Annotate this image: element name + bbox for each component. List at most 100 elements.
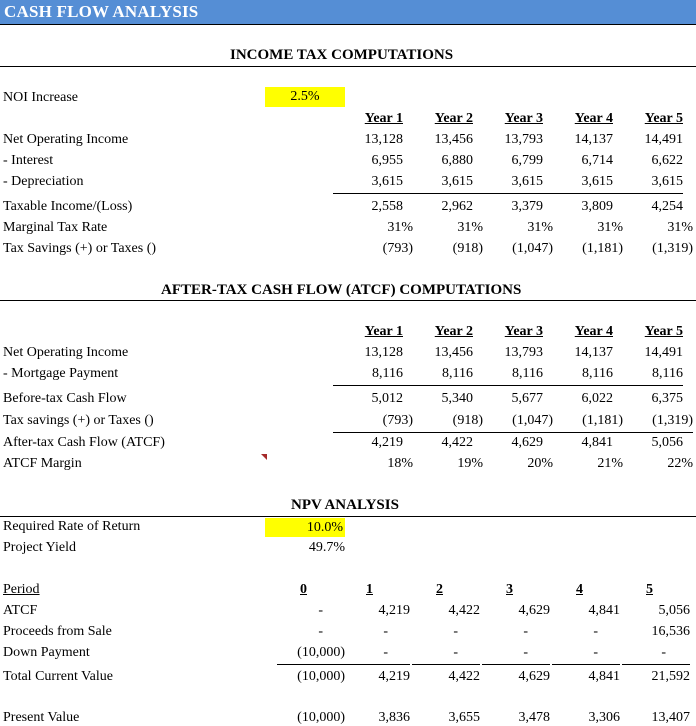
table-cell: 13,793: [504, 132, 544, 147]
year-header: Year 1: [364, 111, 403, 126]
table-cell: 31%: [667, 220, 693, 235]
row-label: Taxable Income/(Loss): [3, 199, 133, 214]
project-yield-value: 49.7%: [308, 540, 345, 555]
table-cell: 3,379: [511, 199, 544, 214]
table-cell: 2,962: [441, 199, 474, 214]
table-cell: 31%: [527, 220, 553, 235]
comment-indicator-icon[interactable]: [261, 454, 267, 460]
table-cell: 6,022: [581, 391, 614, 406]
table-cell: (10,000): [297, 669, 345, 684]
table-cell: 5,056: [651, 435, 684, 450]
table-cell: (1,319): [652, 241, 693, 256]
table-cell: 3,655: [448, 710, 481, 725]
table-cell: 14,491: [644, 345, 684, 360]
table-cell: 31%: [457, 220, 483, 235]
table-cell: 6,375: [651, 391, 684, 406]
row-label: - Mortgage Payment: [3, 366, 119, 381]
row-label: Before-tax Cash Flow: [3, 391, 127, 406]
table-cell: 14,137: [574, 132, 614, 147]
table-cell: 4,841: [581, 435, 614, 450]
table-cell: -: [383, 624, 388, 639]
period-header: 4: [576, 582, 583, 597]
table-cell: 4,629: [511, 435, 544, 450]
table-cell: -: [342, 645, 410, 665]
divider: [0, 66, 696, 67]
table-cell: (918): [403, 413, 483, 433]
divider: [0, 300, 696, 301]
table-cell: 4,219: [378, 603, 411, 618]
npv-title: NPV ANALYSIS: [291, 497, 399, 513]
table-cell: (1,319): [613, 413, 693, 433]
table-cell: 4,422: [441, 435, 474, 450]
period-header: 0: [300, 582, 307, 597]
table-cell: 14,491: [644, 132, 684, 147]
table-cell: 20%: [527, 456, 553, 471]
row-label: Down Payment: [3, 645, 90, 660]
income-tax-title: INCOME TAX COMPUTATIONS: [230, 47, 454, 63]
table-cell: 8,116: [333, 366, 403, 386]
table-cell: (1,047): [512, 241, 553, 256]
table-cell: 6,622: [651, 153, 684, 168]
row-label: Net Operating Income: [3, 132, 129, 147]
row-label: - Interest: [3, 153, 54, 168]
table-cell: -: [318, 603, 323, 618]
year-header: Year 2: [434, 111, 473, 126]
table-cell: 31%: [387, 220, 413, 235]
table-cell: 5,056: [658, 603, 691, 618]
table-cell: 3,615: [613, 174, 683, 194]
table-cell: 6,714: [581, 153, 614, 168]
period-header: 2: [436, 582, 443, 597]
table-cell: -: [523, 624, 528, 639]
table-cell: (10,000): [277, 645, 345, 665]
sheet-title: CASH FLOW ANALYSIS: [4, 2, 199, 21]
table-cell: 4,422: [448, 669, 481, 684]
table-cell: 22%: [667, 456, 693, 471]
table-cell: 4,219: [378, 669, 411, 684]
table-cell: -: [453, 624, 458, 639]
table-cell: 13,128: [364, 345, 404, 360]
table-cell: 4,841: [588, 603, 621, 618]
table-cell: -: [412, 645, 480, 665]
table-cell: 8,116: [403, 366, 473, 386]
table-cell: 31%: [597, 220, 623, 235]
table-cell: 13,456: [434, 345, 474, 360]
table-cell: (1,181): [582, 241, 623, 256]
table-cell: 16,536: [651, 624, 691, 639]
project-yield-label: Project Yield: [3, 540, 76, 555]
table-cell: (1,181): [543, 413, 623, 433]
table-cell: 6,955: [371, 153, 404, 168]
table-cell: 3,615: [403, 174, 473, 194]
table-cell: 14,137: [574, 345, 614, 360]
required-rate-input[interactable]: 10.0%: [265, 518, 345, 537]
table-cell: 3,306: [588, 710, 621, 725]
atcf-title: AFTER-TAX CASH FLOW (ATCF) COMPUTATIONS: [161, 282, 522, 298]
table-cell: (10,000): [297, 710, 345, 725]
table-cell: -: [552, 645, 620, 665]
table-cell: 3,615: [543, 174, 613, 194]
row-label: Tax Savings (+) or Taxes (): [3, 241, 157, 256]
row-label: After-tax Cash Flow (ATCF): [3, 435, 165, 450]
table-cell: 4,254: [651, 199, 684, 214]
row-label: ATCF Margin: [3, 456, 82, 471]
table-cell: 3,836: [378, 710, 411, 725]
table-cell: 5,340: [441, 391, 474, 406]
period-label: Period: [3, 582, 40, 597]
table-cell: 3,809: [581, 199, 614, 214]
table-cell: 5,012: [371, 391, 404, 406]
table-cell: 3,478: [518, 710, 551, 725]
row-label: Tax savings (+) or Taxes (): [3, 413, 154, 428]
year-header: Year 4: [574, 111, 613, 126]
year-header: Year 3: [504, 111, 543, 126]
noi-increase-input[interactable]: 2.5%: [265, 87, 345, 107]
table-cell: (793): [382, 241, 413, 256]
table-cell: 18%: [387, 456, 413, 471]
table-cell: 21,592: [651, 669, 691, 684]
row-label: Net Operating Income: [3, 345, 129, 360]
table-cell: (793): [333, 413, 413, 433]
table-cell: 4,841: [588, 669, 621, 684]
year-header: Year 2: [434, 324, 473, 339]
table-cell: 2,558: [371, 199, 404, 214]
year-header: Year 5: [644, 111, 683, 126]
table-cell: 19%: [457, 456, 483, 471]
divider: [0, 516, 696, 517]
